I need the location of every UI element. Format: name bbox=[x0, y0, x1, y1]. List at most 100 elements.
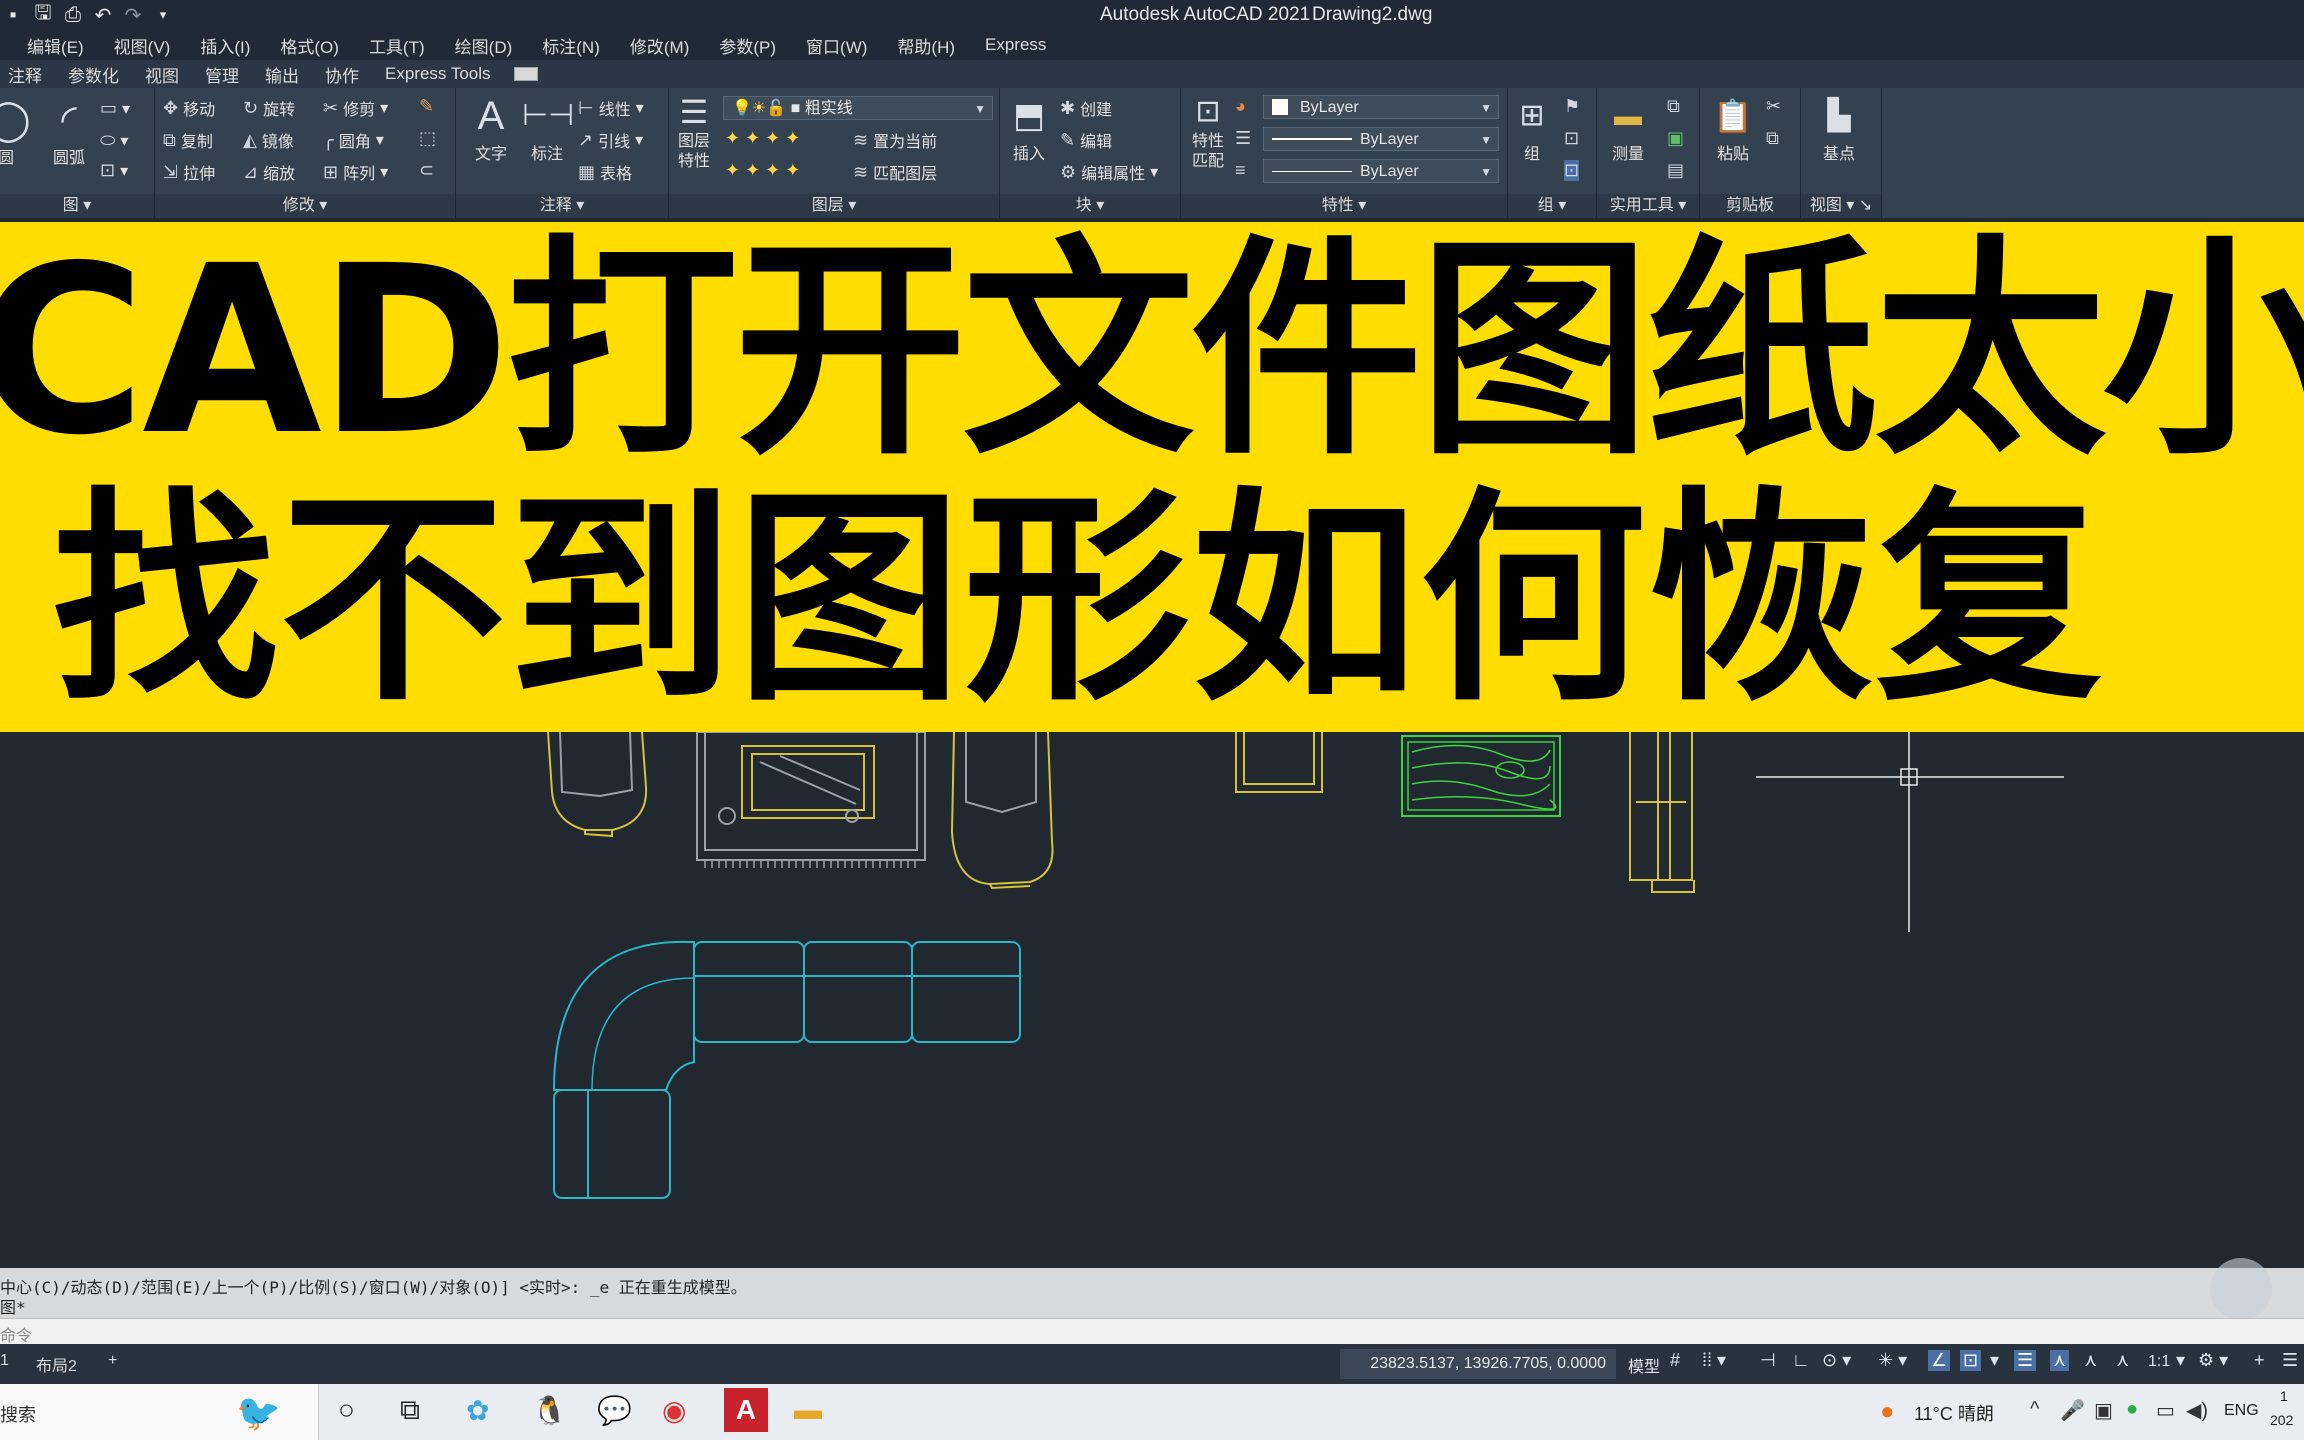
qq-penguin-icon[interactable]: 🐧 bbox=[532, 1394, 567, 1427]
match-properties-tool[interactable]: ⊡ 特性 匹配 bbox=[1185, 92, 1231, 172]
fillet-tool[interactable]: ╭ 圆角 ▾ bbox=[323, 128, 384, 152]
quick-select-tool[interactable]: ⧉ bbox=[1667, 96, 1680, 117]
undo-icon[interactable]: ↶ bbox=[90, 3, 116, 28]
menu-insert[interactable]: 插入(I) bbox=[200, 33, 250, 58]
mic-icon[interactable]: 🎤 bbox=[2060, 1398, 2085, 1423]
ortho-icon[interactable]: ∟ bbox=[1792, 1350, 1810, 1371]
stretch-tool[interactable]: ⇲ 拉伸 bbox=[163, 160, 215, 184]
tray-wechat-icon[interactable]: ● bbox=[2126, 1398, 2138, 1421]
layer-tools-row2[interactable]: ✦ ✦ ✦ ✦ bbox=[725, 160, 800, 181]
scale-dropdown-icon[interactable]: ▾ bbox=[2176, 1350, 2185, 1371]
polar-icon[interactable]: ⊙ ▾ bbox=[1822, 1350, 1851, 1371]
autocad-taskbar-icon[interactable]: A bbox=[724, 1388, 768, 1432]
task-view-icon[interactable]: ⧉ bbox=[400, 1394, 420, 1427]
erase-tool[interactable]: ✎ bbox=[419, 96, 434, 117]
tab-output[interactable]: 输出 bbox=[265, 62, 299, 87]
lineweight-icon-btn[interactable]: ≡ bbox=[1235, 160, 1246, 181]
customize-icon[interactable]: ☰ bbox=[2282, 1350, 2298, 1371]
wechat-icon[interactable]: 💬 bbox=[597, 1394, 632, 1427]
trim-tool[interactable]: ✂ 修剪 ▾ bbox=[323, 96, 388, 120]
copy-clip-tool[interactable]: ⧉ bbox=[1766, 128, 1779, 149]
input-language[interactable]: ENG bbox=[2224, 1402, 2259, 1420]
file-explorer-icon[interactable]: ▬ bbox=[794, 1394, 822, 1426]
insert-tool[interactable]: ⬒ 插入 bbox=[1004, 92, 1054, 164]
offset-tool[interactable]: ⊂ bbox=[419, 160, 434, 181]
copy-tool[interactable]: ⧉ 复制 bbox=[163, 128, 213, 152]
infer-icon[interactable]: ⊣ bbox=[1760, 1350, 1776, 1371]
select-all-tool[interactable]: ▣ bbox=[1667, 128, 1684, 149]
rotate-tool[interactable]: ↻ 旋转 bbox=[243, 96, 295, 120]
linetype-icon-btn[interactable]: ☰ bbox=[1235, 128, 1251, 149]
menu-help[interactable]: 帮助(H) bbox=[897, 33, 955, 58]
move-tool[interactable]: ✥ 移动 bbox=[163, 96, 215, 120]
match-layer[interactable]: ≋ 匹配图层 bbox=[853, 160, 937, 184]
menu-draw[interactable]: 绘图(D) bbox=[455, 33, 513, 58]
save-as-icon[interactable]: 🖫 bbox=[30, 0, 56, 32]
selection-cycling-icon[interactable]: ⋏ bbox=[2050, 1350, 2070, 1371]
basepoint-tool[interactable]: ▙ 基点 bbox=[1811, 92, 1867, 164]
workspace-gear-icon[interactable]: ⚙ ▾ bbox=[2198, 1350, 2228, 1371]
model-space-toggle[interactable]: 模型 bbox=[1628, 1353, 1660, 1377]
group-edit-tool[interactable]: ⊡ bbox=[1564, 128, 1579, 149]
dropdown-icon[interactable]: ▾ bbox=[150, 7, 176, 23]
ungroup-tool[interactable]: ⚑ bbox=[1564, 96, 1580, 117]
annotation-scale-icon[interactable]: ⋏ bbox=[2116, 1350, 2129, 1371]
add-icon[interactable]: + bbox=[2254, 1350, 2265, 1371]
dimension-tool[interactable]: ⊢⊣ 标注 bbox=[522, 92, 574, 164]
isodraft-icon[interactable]: ✳ ▾ bbox=[1878, 1350, 1907, 1371]
tray-chevron-icon[interactable]: ^ bbox=[2030, 1398, 2039, 1421]
annotation-visibility-icon[interactable]: ⋏ bbox=[2084, 1350, 2097, 1371]
grid-icon[interactable]: # bbox=[1670, 1350, 1680, 1371]
linetype-dropdown[interactable]: ByLayer ▼ bbox=[1263, 127, 1499, 151]
mirror-tool[interactable]: ◭ 镜像 bbox=[243, 128, 294, 152]
color-dropdown[interactable]: ByLayer ▼ bbox=[1263, 95, 1499, 119]
layer-dropdown[interactable]: 💡☀🔓 ■ 粗实线 ▼ bbox=[723, 96, 993, 120]
menu-format[interactable]: 格式(O) bbox=[280, 33, 339, 58]
arc-tool[interactable]: ◜ 圆弧 bbox=[44, 96, 94, 168]
scale-tool[interactable]: ⊿ 缩放 bbox=[243, 160, 295, 184]
rectangle-tool[interactable]: ▭ ▾ bbox=[100, 98, 130, 119]
annotation-scale[interactable]: 1:1 bbox=[2148, 1353, 2170, 1371]
tab-view[interactable]: 视图 bbox=[145, 62, 179, 87]
lineweight-toggle-icon[interactable]: ☰ bbox=[2014, 1350, 2037, 1371]
volume-icon[interactable]: ◀) bbox=[2186, 1398, 2208, 1423]
panel-title-properties[interactable]: 特性 ▾ bbox=[1181, 194, 1507, 218]
hatch-tool[interactable]: ⬭ ▾ bbox=[100, 130, 128, 151]
circle-tool[interactable]: ◯ 圆 bbox=[0, 96, 31, 168]
osnap-dropdown-icon[interactable]: ▾ bbox=[1990, 1350, 1999, 1371]
tab-express-tools[interactable]: Express Tools bbox=[385, 64, 491, 84]
tab-collaborate[interactable]: 协作 bbox=[325, 62, 359, 87]
set-current-layer[interactable]: ≋ 置为当前 bbox=[853, 128, 937, 152]
tab-layout1[interactable]: 1 bbox=[0, 1352, 9, 1370]
panel-title-utilities[interactable]: 实用工具 ▾ bbox=[1597, 194, 1699, 218]
tab-layout2[interactable]: 布局2 bbox=[36, 1352, 77, 1376]
layer-tools-row1[interactable]: ✦ ✦ ✦ ✦ bbox=[725, 128, 800, 149]
redo-icon[interactable]: ↷ bbox=[120, 3, 146, 28]
panel-title-annotation[interactable]: 注释 ▾ bbox=[456, 194, 668, 218]
text-tool[interactable]: A 文字 bbox=[466, 92, 516, 164]
chrome-icon[interactable]: ◉ bbox=[662, 1394, 686, 1427]
file-save-icon[interactable]: ▪ bbox=[0, 4, 26, 27]
panel-title-draw[interactable]: 图 ▾ bbox=[0, 194, 154, 218]
print-icon[interactable]: ⎙ bbox=[60, 4, 86, 27]
panel-title-groups[interactable]: 组 ▾ bbox=[1508, 194, 1596, 218]
drawing-canvas[interactable] bbox=[0, 732, 2304, 1268]
leader-tool[interactable]: ↗ 引线 ▾ bbox=[578, 128, 643, 152]
menu-dimension[interactable]: 标注(N) bbox=[542, 33, 600, 58]
menu-edit[interactable]: 编辑(E) bbox=[27, 33, 84, 58]
menu-modify[interactable]: 修改(M) bbox=[630, 33, 689, 58]
lineweight-dropdown[interactable]: ByLayer ▼ bbox=[1263, 159, 1499, 183]
add-layout-button[interactable]: + bbox=[108, 1352, 117, 1370]
group-select-tool[interactable]: ⊡ bbox=[1564, 160, 1580, 181]
ribbon-minimize-icon[interactable] bbox=[513, 67, 538, 81]
display-icon[interactable]: ▭ bbox=[2156, 1398, 2175, 1423]
snap-icon[interactable]: ⁞⁞ ▾ bbox=[1702, 1350, 1726, 1371]
menu-view[interactable]: 视图(V) bbox=[114, 33, 171, 58]
create-block[interactable]: ✱ 创建 bbox=[1060, 96, 1112, 120]
object-snap-icon[interactable]: ⊡ bbox=[1960, 1350, 1982, 1371]
menu-express[interactable]: Express bbox=[985, 35, 1046, 55]
explode-tool[interactable]: ⬚ bbox=[419, 128, 436, 149]
array-tool[interactable]: ⊞ 阵列 ▾ bbox=[323, 160, 388, 184]
table-tool[interactable]: ▦ 表格 bbox=[578, 160, 632, 184]
osnap-tracking-icon[interactable]: ∠ bbox=[1928, 1350, 1951, 1371]
